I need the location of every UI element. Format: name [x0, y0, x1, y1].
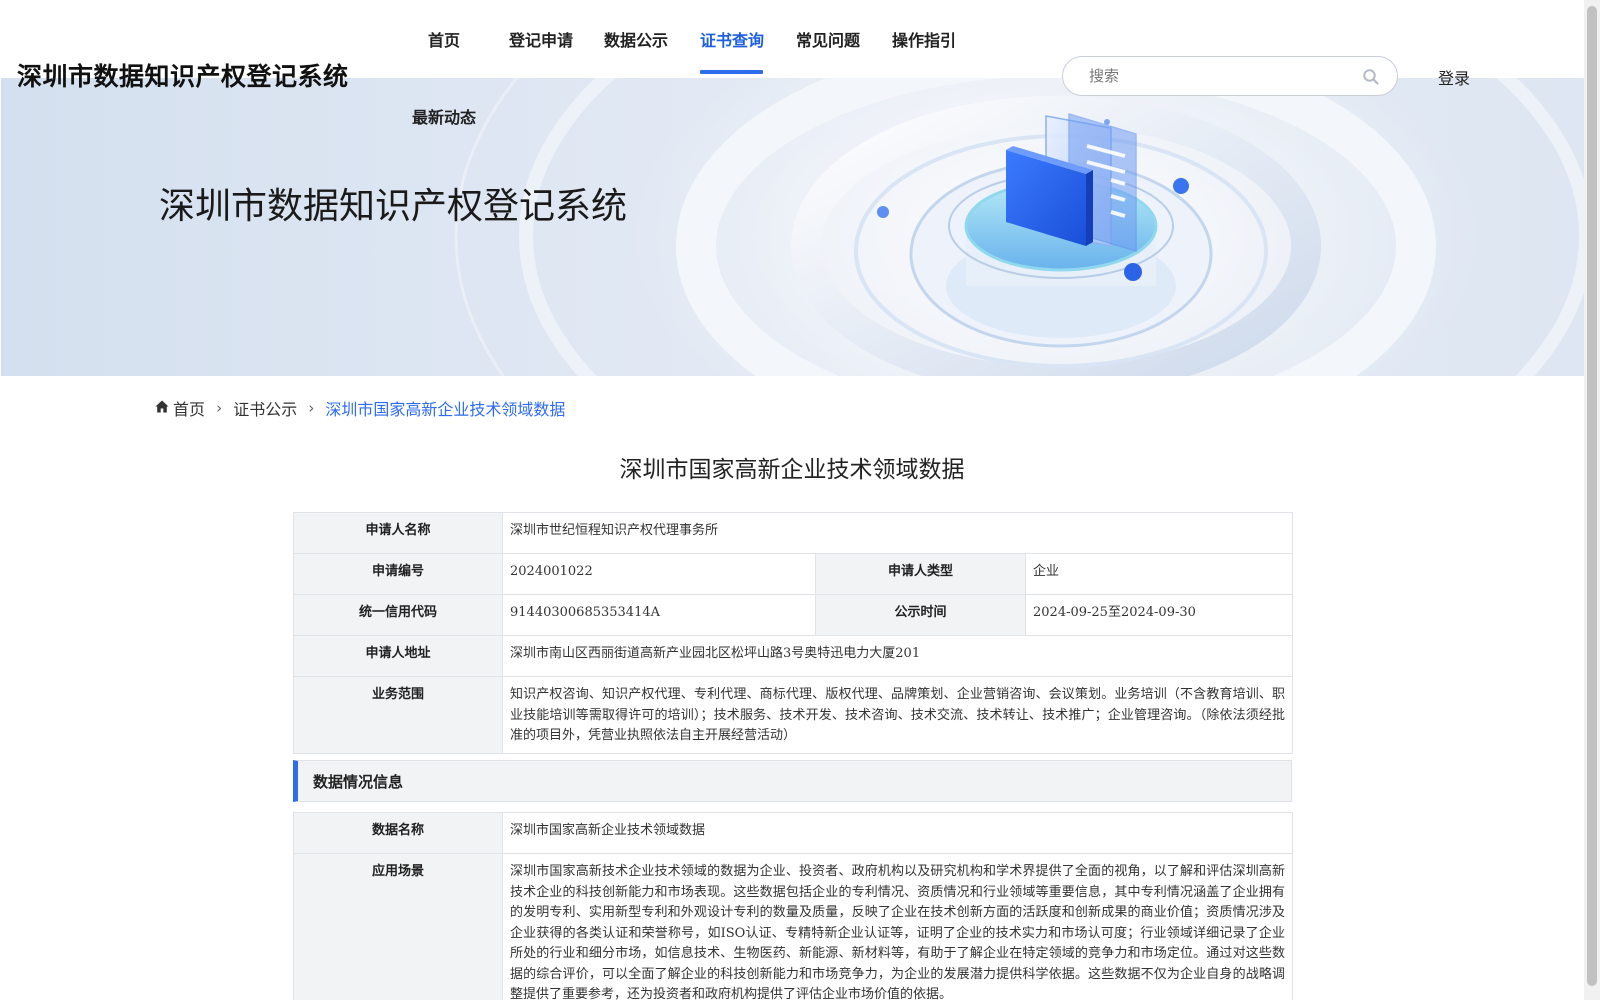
nav-latest-news[interactable]: 最新动态 [412, 104, 476, 128]
scrollbar-thumb[interactable] [1587, 6, 1597, 986]
applicant-name-value: 深圳市世纪恒程知识产权代理事务所 [501, 512, 1294, 554]
credit-code-label: 统一信用代码 [293, 594, 503, 636]
page-scrollbar[interactable] [1584, 0, 1600, 1000]
breadcrumb-certificate-publicity[interactable]: 证书公示 [233, 396, 297, 420]
table-row: 应用场景 深圳市国家高新技术企业技术领域的数据为企业、投资者、政府机构以及研究机… [293, 853, 1293, 1000]
page-title: 深圳市国家高新企业技术领域数据 [619, 457, 965, 483]
data-name-label: 数据名称 [293, 812, 503, 854]
breadcrumb-home-label[interactable]: 首页 [173, 396, 205, 420]
table-row: 数据名称 深圳市国家高新企业技术领域数据 [293, 812, 1293, 854]
applicant-type-label: 申请人类型 [815, 553, 1026, 595]
hero-banner: 深圳市数据知识产权登记系统 [1, 76, 1584, 376]
application-scenario-value: 深圳市国家高新技术企业技术领域的数据为企业、投资者、政府机构以及研究机构和学术界… [502, 853, 1293, 1000]
applicant-address-value: 深圳市南山区西丽街道高新产业园北区松坪山路3号奥特迅电力大厦201 [501, 635, 1294, 677]
publicity-time-label: 公示时间 [815, 594, 1026, 636]
search-icon[interactable] [1362, 68, 1380, 86]
nav-faq[interactable]: 常见问题 [796, 27, 860, 51]
nav-home[interactable]: 首页 [428, 27, 460, 51]
breadcrumb-home[interactable]: 首页 [155, 396, 205, 420]
breadcrumb-current[interactable]: 深圳市国家高新企业技术领域数据 [325, 396, 565, 420]
site-title[interactable]: 深圳市数据知识产权登记系统 [17, 57, 349, 93]
table-row: 统一信用代码 91440300685353414A 公示时间 2024-09-2… [293, 594, 1294, 636]
top-header: 深圳市数据知识产权登记系统 首页 登记申请 数据公示 证书查询 常见问题 操作指… [0, 0, 1584, 96]
nav-data-publicity[interactable]: 数据公示 [604, 27, 668, 51]
data-info-table: 数据名称 深圳市国家高新企业技术领域数据 应用场景 深圳市国家高新技术企业技术领… [293, 812, 1293, 1000]
nav-certificate-query[interactable]: 证书查询 [700, 27, 764, 51]
applicant-address-label: 申请人地址 [293, 635, 503, 677]
breadcrumb: 首页 › 证书公示 › 深圳市国家高新企业技术领域数据 [155, 396, 565, 420]
application-scenario-label: 应用场景 [293, 853, 503, 1000]
applicant-type-value: 企业 [1024, 553, 1294, 595]
data-name-value: 深圳市国家高新企业技术领域数据 [502, 812, 1293, 854]
table-row: 业务范围 知识产权咨询、知识产权代理、专利代理、商标代理、版权代理、品牌策划、企… [293, 676, 1294, 754]
data-info-section-header: 数据情况信息 [293, 760, 1292, 802]
search-input[interactable] [1089, 66, 1349, 86]
active-nav-indicator [700, 70, 763, 74]
search-box[interactable] [1062, 56, 1398, 96]
table-row: 申请编号 2024001022 申请人类型 企业 [293, 553, 1294, 595]
chevron-right-icon: › [308, 399, 315, 417]
section-heading: 数据情况信息 [313, 773, 404, 791]
business-scope-value: 知识产权咨询、知识产权代理、专利代理、商标代理、版权代理、品牌策划、企业营销咨询… [501, 676, 1294, 754]
application-number-value: 2024001022 [502, 553, 816, 595]
table-row: 申请人名称 深圳市世纪恒程知识产权代理事务所 [293, 512, 1294, 554]
publicity-time-value: 2024-09-25至2024-09-30 [1024, 594, 1294, 636]
banner-title: 深圳市数据知识产权登记系统 [159, 186, 628, 227]
chevron-right-icon: › [216, 399, 223, 417]
applicant-name-label: 申请人名称 [293, 512, 503, 554]
nav-registration-apply[interactable]: 登记申请 [509, 27, 573, 51]
business-scope-label: 业务范围 [293, 676, 503, 754]
credit-code-value: 91440300685353414A [502, 594, 816, 636]
home-icon [155, 400, 169, 412]
table-row: 申请人地址 深圳市南山区西丽街道高新产业园北区松坪山路3号奥特迅电力大厦201 [293, 635, 1294, 677]
nav-operation-guide[interactable]: 操作指引 [892, 27, 956, 51]
login-button[interactable]: 登录 [1438, 65, 1470, 89]
application-number-label: 申请编号 [293, 553, 503, 595]
applicant-info-table: 申请人名称 深圳市世纪恒程知识产权代理事务所 申请编号 2024001022 申… [293, 512, 1294, 754]
